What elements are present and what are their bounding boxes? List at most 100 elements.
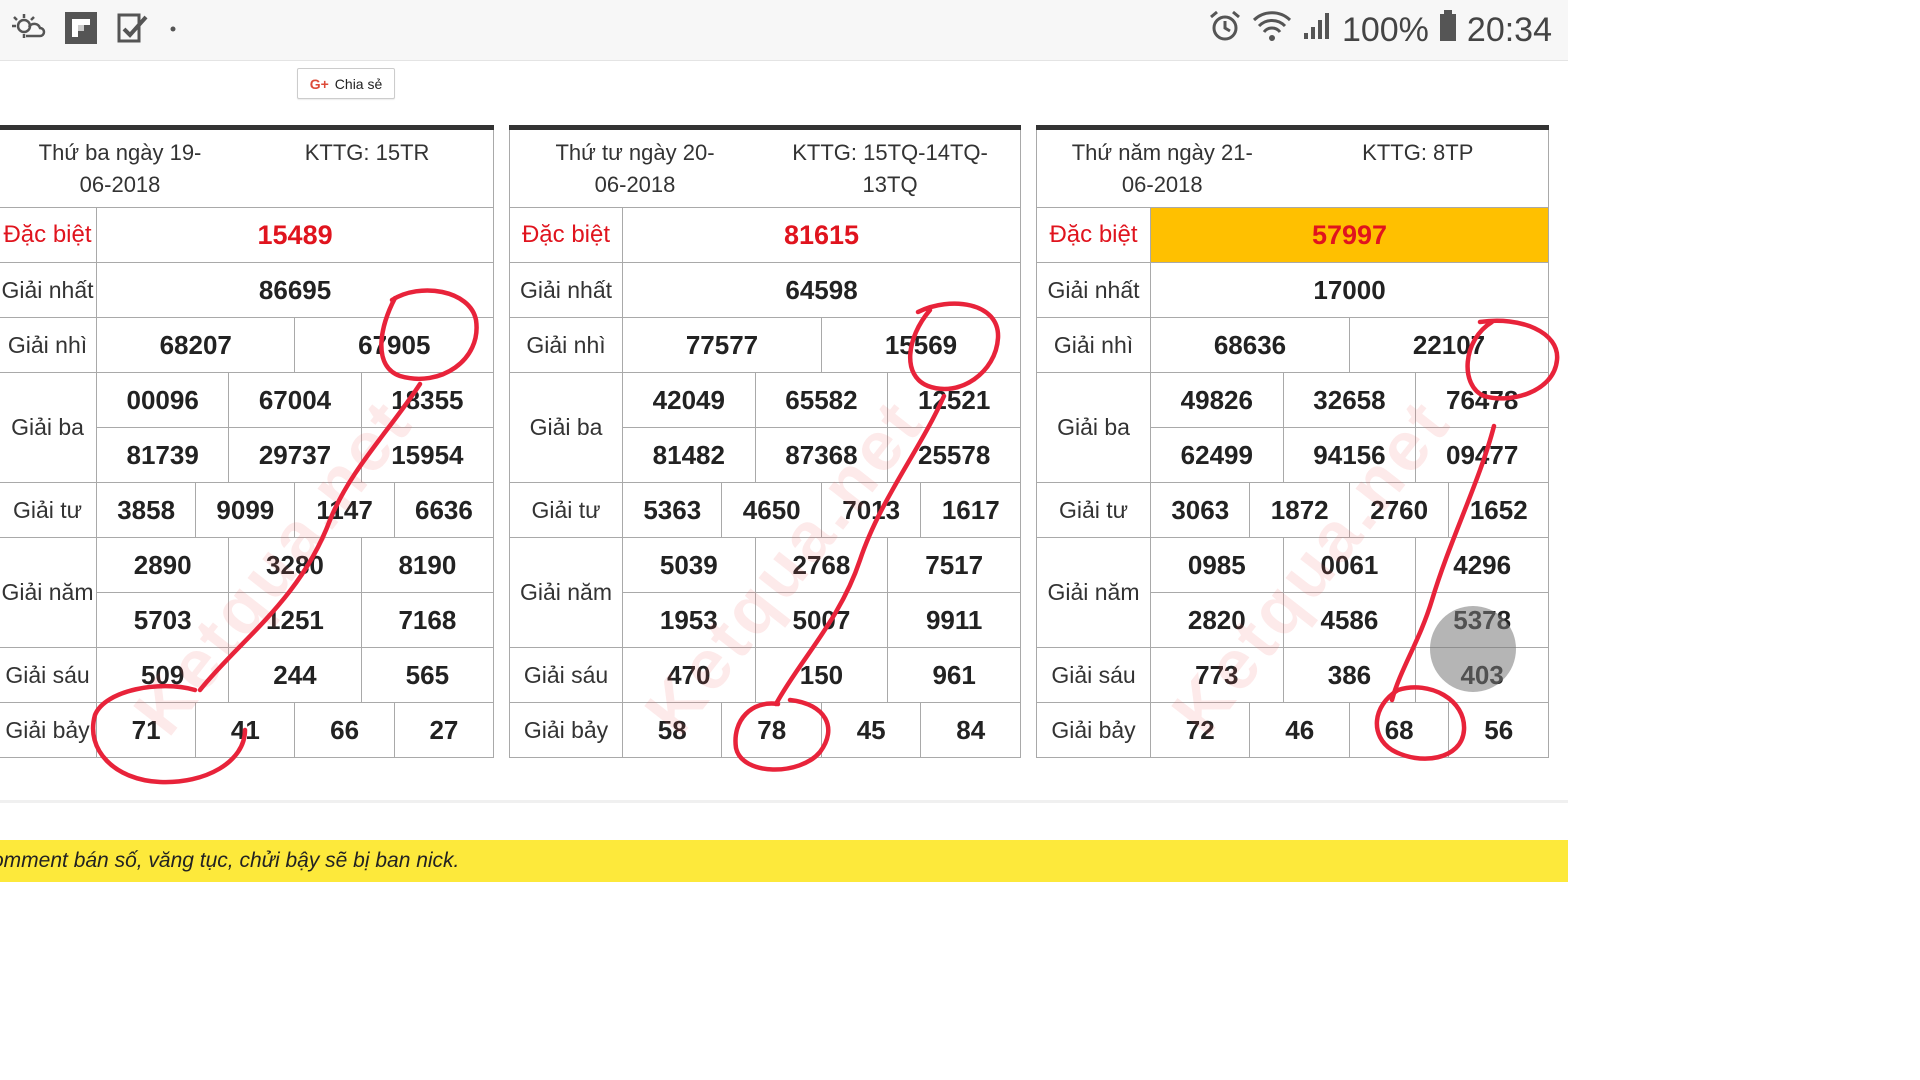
sixth-prize-value: 773	[1150, 647, 1284, 703]
banner-text: omment bán số, văng tục, chửi bậy sẽ bị …	[0, 849, 460, 872]
second-prize-value: 68207	[95, 317, 296, 373]
seventh-prize-value: 56	[1448, 702, 1550, 758]
wifi-icon	[1252, 10, 1292, 51]
third-prize-value: 32658	[1282, 372, 1417, 428]
label-first: Giải nhất	[1036, 262, 1151, 318]
battery-percent: 100%	[1341, 10, 1429, 49]
draw-date: Thứ tư ngày 20-06-2018	[555, 139, 715, 197]
label-second: Giải nhì	[0, 317, 97, 373]
third-prize-value: 25578	[887, 427, 1022, 483]
fourth-prize-value: 6636	[393, 482, 495, 538]
fifth-prize-value: 7168	[360, 592, 495, 648]
special-prize-value: 81615	[621, 207, 1022, 263]
fifth-prize-value: 5039	[622, 537, 756, 593]
label-fifth: Giải năm	[0, 537, 97, 648]
fifth-prize-value: 4586	[1282, 592, 1417, 648]
draw-date: Thứ ba ngày 19-06-2018	[38, 139, 202, 197]
share-label: Chia sẻ	[334, 75, 383, 92]
kttg-code: KTTG: 8TP	[1362, 139, 1474, 165]
seventh-prize-value: 46	[1249, 702, 1350, 758]
seventh-prize-value: 41	[195, 702, 296, 758]
first-prize-value: 86695	[95, 262, 495, 318]
third-prize-value: 81482	[622, 427, 756, 483]
fifth-prize-value: 9911	[887, 592, 1022, 648]
fourth-prize-value: 1652	[1448, 482, 1550, 538]
third-prize-value: 62499	[1150, 427, 1284, 483]
fifth-prize-value: 2768	[754, 537, 889, 593]
label-sixth: Giải sáu	[509, 647, 623, 703]
label-fourth: Giải tư	[0, 482, 97, 538]
second-prize-value: 68636	[1150, 317, 1350, 373]
label-third: Giải ba	[0, 372, 97, 483]
seventh-prize-value: 45	[820, 702, 922, 758]
label-seventh: Giải bảy	[1036, 702, 1151, 758]
fifth-prize-value: 2890	[95, 537, 230, 593]
fifth-prize-value: 4296	[1415, 537, 1550, 593]
label-fourth: Giải tư	[509, 482, 623, 538]
fifth-prize-value: 1251	[228, 592, 362, 648]
result-table-1: Thứ ba ngày 19-06-2018 KTTG: 15TR Đặc biệt…	[0, 125, 495, 758]
special-prize-value: 57997	[1149, 207, 1550, 263]
alarm-icon	[1208, 9, 1242, 52]
first-prize-value: 64598	[621, 262, 1022, 318]
fourth-prize-value: 3063	[1149, 482, 1251, 538]
sixth-prize-value: 244	[228, 647, 362, 703]
content-divider	[0, 800, 1568, 803]
dot-icon	[168, 21, 178, 39]
table-header: Thứ ba ngày 19-06-2018 KTTG: 15TR	[0, 127, 495, 208]
flipboard-icon	[64, 11, 98, 50]
third-prize-value: 67004	[228, 372, 362, 428]
fifth-prize-value: 5007	[754, 592, 889, 648]
label-fourth: Giải tư	[1036, 482, 1151, 538]
status-bar: 100% 20:34	[0, 0, 1568, 61]
fourth-prize-value: 5363	[621, 482, 723, 538]
rules-banner: omment bán số, văng tục, chửi bậy sẽ bị …	[0, 840, 1568, 882]
battery-icon	[1439, 9, 1457, 51]
fifth-prize-value: 5703	[95, 592, 230, 648]
label-third: Giải ba	[509, 372, 623, 483]
tasks-check-icon	[116, 11, 150, 50]
label-special: Đặc biệt	[0, 207, 97, 263]
label-third: Giải ba	[1036, 372, 1151, 483]
second-prize-value: 22107	[1348, 317, 1550, 373]
sixth-prize-value: 565	[360, 647, 495, 703]
seventh-prize-value: 58	[621, 702, 723, 758]
weather-icon	[10, 12, 46, 49]
seventh-prize-value: 66	[294, 702, 395, 758]
fourth-prize-value: 1617	[920, 482, 1022, 538]
label-special: Đặc biệt	[1036, 207, 1151, 263]
label-special: Đặc biệt	[509, 207, 623, 263]
third-prize-value: 87368	[754, 427, 889, 483]
sixth-prize-value: 386	[1282, 647, 1417, 703]
draw-date: Thứ năm ngày 21-06-2018	[1071, 139, 1253, 197]
third-prize-value: 42049	[622, 372, 756, 428]
third-prize-value: 81739	[95, 427, 230, 483]
sixth-prize-value: 470	[622, 647, 756, 703]
sixth-prize-value: 961	[887, 647, 1022, 703]
first-prize-value: 17000	[1149, 262, 1550, 318]
kttg-code: KTTG: 15TR	[304, 139, 430, 165]
label-sixth: Giải sáu	[1036, 647, 1151, 703]
label-second: Giải nhì	[509, 317, 623, 373]
label-first: Giải nhất	[0, 262, 97, 318]
table-header: Thứ tư ngày 20-06-2018 KTTG: 15TQ-14TQ-13…	[508, 127, 1022, 208]
seventh-prize-value: 72	[1149, 702, 1251, 758]
third-prize-value: 49826	[1150, 372, 1284, 428]
kttg-code: KTTG: 15TQ-14TQ-13TQ	[792, 139, 988, 197]
label-fifth: Giải năm	[509, 537, 623, 648]
fourth-prize-value: 1147	[294, 482, 395, 538]
third-prize-value: 65582	[754, 372, 889, 428]
fourth-prize-value: 2760	[1348, 482, 1450, 538]
third-prize-value: 00096	[95, 372, 230, 428]
third-prize-value: 94156	[1282, 427, 1417, 483]
share-button[interactable]: G+ Chia sẻ	[297, 68, 395, 99]
second-prize-value: 67905	[294, 317, 495, 373]
label-seventh: Giải bảy	[0, 702, 97, 758]
fourth-prize-value: 4650	[721, 482, 822, 538]
floating-action-button[interactable]	[1430, 606, 1516, 692]
fifth-prize-value: 7517	[887, 537, 1022, 593]
fifth-prize-value: 1953	[622, 592, 756, 648]
third-prize-value: 18355	[360, 372, 495, 428]
seventh-prize-value: 71	[95, 702, 197, 758]
table-header: Thứ năm ngày 21-06-2018 KTTG: 8TP	[1035, 127, 1550, 208]
